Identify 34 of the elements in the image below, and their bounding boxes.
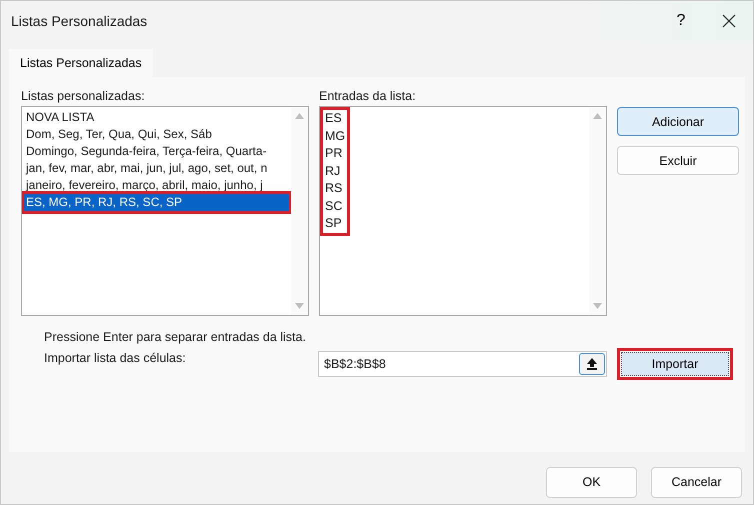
cancel-button[interactable]: Cancelar	[651, 466, 742, 498]
entry-text: SP	[325, 215, 343, 232]
list-item[interactable]: ES, MG, PR, RJ, RS, SC, SP	[24, 194, 289, 211]
entry-text: RJ	[325, 162, 342, 180]
entry-text: MG	[325, 128, 346, 144]
list-item[interactable]: Dom, Seg, Ter, Qua, Qui, Sex, Sáb	[24, 126, 289, 143]
import-label: Importar lista das células:	[44, 351, 187, 365]
entry-text: RS	[325, 180, 344, 197]
list-item[interactable]: NOVA LISTA	[24, 109, 289, 126]
list-entries-box[interactable]: ES MG PR RJ RS SC SP	[319, 106, 607, 316]
custom-lists-box[interactable]	[21, 106, 309, 316]
entry-text: ES	[325, 110, 343, 127]
help-button[interactable]: ?	[657, 1, 705, 41]
scroll-down-icon[interactable]	[295, 303, 304, 309]
scroll-up-icon[interactable]	[295, 113, 304, 119]
scroll-up-icon[interactable]	[593, 113, 602, 119]
scroll-down-icon[interactable]	[593, 303, 602, 309]
hint-text: Pressione Enter para separar entradas da lista.	[44, 330, 307, 344]
add-button[interactable]: Adicionar	[617, 107, 739, 136]
range-input-field[interactable]: $B$2:$B$8	[318, 351, 607, 377]
entries-label: Entradas da lista:	[319, 89, 417, 103]
list-item[interactable]: Domingo, Segunda-feira, Terça-feira, Quarta-	[24, 143, 289, 160]
import-button[interactable]: Importar	[621, 352, 729, 376]
collapse-button[interactable]	[579, 353, 605, 375]
lists-label: Listas personalizadas:	[21, 89, 146, 103]
entry-text: PR	[325, 145, 344, 162]
tab[interactable]: Listas Personalizadas	[9, 49, 153, 77]
list-item[interactable]: jan, fev, mar, abr, mai, jun, jul, ago, set, out, n	[24, 160, 289, 177]
close-icon	[722, 14, 736, 28]
delete-button[interactable]: Excluir	[617, 146, 739, 175]
upload-arrow-icon	[587, 358, 597, 370]
window-title: Listas Personalizadas	[11, 13, 148, 29]
ok-button[interactable]: OK	[546, 466, 637, 498]
entry-text: SC	[325, 198, 344, 214]
